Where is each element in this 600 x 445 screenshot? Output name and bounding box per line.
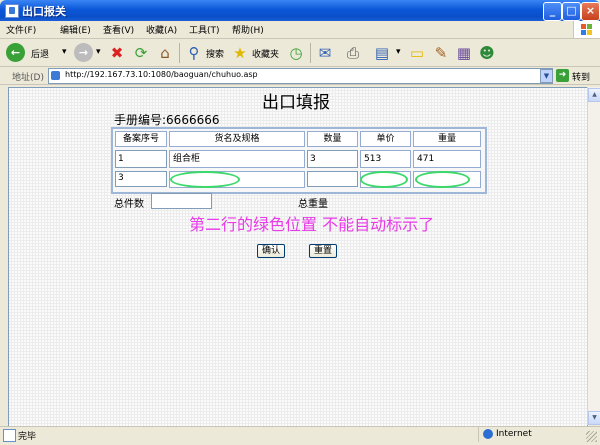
page-icon	[51, 71, 60, 80]
row1-quantity-input[interactable]: 3	[307, 150, 358, 168]
row1-weight: 471	[413, 150, 481, 168]
search-button-label[interactable]: 搜索	[206, 47, 224, 60]
row2-goods-name-highlight	[170, 171, 240, 188]
header-record-no: 备案序号	[115, 131, 167, 147]
manual-number-value: 6666666	[166, 113, 220, 127]
ie-app-icon	[5, 4, 19, 18]
address-label: 地址(D)	[12, 73, 44, 83]
mail-icon[interactable]: ✉	[316, 44, 334, 62]
print-icon[interactable]: ⎙	[344, 44, 362, 62]
total-pieces-label: 总件数	[114, 199, 144, 210]
go-button-label[interactable]: 转到	[572, 70, 590, 83]
total-weight-label: 总重量	[298, 199, 328, 210]
scroll-down-icon[interactable]: ▼	[588, 411, 600, 425]
row2-weight-highlight	[415, 171, 470, 188]
back-dropdown-icon[interactable]: ▾	[62, 47, 67, 57]
users-icon[interactable]: ☻	[478, 44, 496, 62]
search-icon[interactable]: ⚲	[185, 44, 203, 62]
address-url[interactable]: http://192.167.73.10:1080/baoguan/chuhuo…	[65, 70, 258, 79]
history-icon[interactable]: ◷	[287, 44, 305, 62]
confirm-button[interactable]: 确认	[257, 244, 285, 258]
menu-tools[interactable]: 工具(T)	[189, 23, 220, 36]
toolbar-separator	[179, 43, 180, 63]
toolbar-separator	[310, 43, 311, 63]
windows-logo-icon	[573, 21, 600, 38]
edit-icon[interactable]: ▤	[373, 44, 391, 62]
internet-globe-icon	[483, 429, 493, 439]
home-icon[interactable]: ⌂	[156, 44, 174, 62]
row1-unit-price: 513	[360, 150, 411, 168]
research-icon[interactable]: ✎	[432, 44, 450, 62]
vertical-scrollbar[interactable]	[587, 87, 600, 425]
window-title: 出口报关	[22, 5, 66, 18]
menu-view[interactable]: 查看(V)	[103, 23, 134, 36]
address-dropdown-icon[interactable]: ▼	[540, 69, 553, 83]
menu-favorites[interactable]: 收藏(A)	[146, 23, 177, 36]
manual-number: 手册编号:6666666	[114, 111, 220, 128]
page-done-icon	[3, 429, 16, 442]
header-quantity: 数量	[307, 131, 358, 147]
title-bar	[0, 0, 600, 21]
forward-arrow-icon[interactable]: →	[74, 43, 93, 62]
edit-dropdown-icon[interactable]: ▾	[396, 47, 401, 57]
manual-number-label: 手册编号:	[114, 113, 167, 127]
row1-goods-name: 组合柜	[169, 150, 305, 168]
menu-edit[interactable]: 编辑(E)	[60, 23, 91, 36]
header-unit-price: 单价	[360, 131, 411, 147]
row2-record-no-input[interactable]: 3	[115, 171, 167, 187]
refresh-icon[interactable]: ⟳	[132, 44, 150, 62]
favorites-button-label[interactable]: 收藏夹	[252, 47, 279, 60]
reset-button[interactable]: 重置	[309, 244, 337, 258]
minimize-button[interactable]: _	[543, 2, 562, 21]
menu-file[interactable]: 文件(F)	[6, 23, 36, 36]
goods-table: 备案序号 货名及规格 数量 单价 重量 1 组合柜 3 513 471 3	[111, 127, 487, 194]
forward-dropdown-icon[interactable]: ▾	[96, 47, 101, 57]
favorites-star-icon[interactable]: ★	[231, 44, 249, 62]
page-title: 出口填报	[262, 93, 330, 113]
row1-record-no-input[interactable]: 1	[115, 150, 167, 168]
row2-quantity-input[interactable]	[307, 171, 358, 187]
address-input[interactable]: http://192.167.73.10:1080/baoguan/chuhuo…	[48, 68, 553, 84]
discuss-icon[interactable]: ▭	[408, 44, 426, 62]
menu-help[interactable]: 帮助(H)	[232, 23, 264, 36]
status-text: 完毕	[18, 432, 37, 442]
go-button[interactable]: ➜ 转到	[556, 68, 597, 83]
zone-label: Internet	[496, 429, 532, 439]
header-goods-name: 货名及规格	[169, 131, 305, 147]
close-button[interactable]: ×	[581, 2, 600, 21]
back-button-label[interactable]: 后退	[31, 47, 49, 60]
stop-icon[interactable]: ✖	[108, 44, 126, 62]
go-arrow-icon: ➜	[556, 69, 569, 82]
back-arrow-icon[interactable]: ←	[6, 43, 25, 62]
maximize-button[interactable]: □	[562, 2, 581, 21]
messenger-icon[interactable]: ▦	[455, 44, 473, 62]
scroll-up-icon[interactable]: ▲	[588, 88, 600, 102]
header-weight: 重量	[413, 131, 481, 147]
security-zone: Internet	[478, 427, 579, 442]
resize-grip-icon[interactable]	[586, 431, 597, 442]
annotation-note: 第二行的绿色位置 不能自动标示了	[189, 215, 435, 234]
total-pieces-input[interactable]	[151, 193, 212, 209]
row2-unit-price-highlight	[360, 171, 408, 188]
